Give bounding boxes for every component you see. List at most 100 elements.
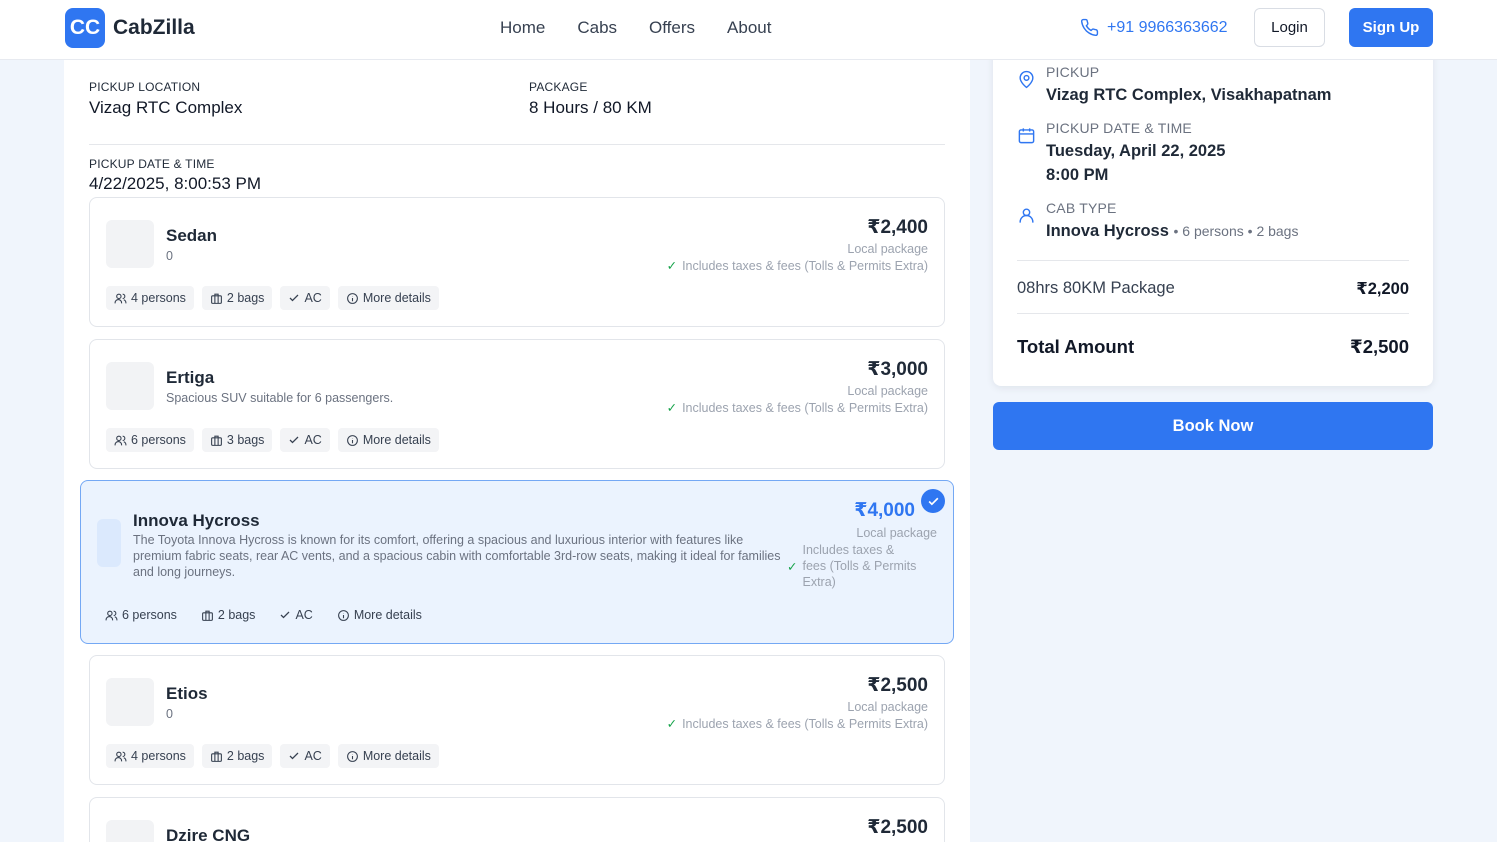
- logo-badge: CC: [65, 8, 105, 48]
- ac-chip: AC: [280, 286, 330, 310]
- luggage-icon: [201, 610, 213, 621]
- cab-tax-note: ✓ Includes taxes & fees (Tolls & Permits …: [667, 258, 928, 274]
- cab-price: ₹2,400: [867, 217, 928, 238]
- summary-pickup: PICKUP Vizag RTC Complex, Visakhapatnam: [1017, 64, 1331, 107]
- persons-chip: 4 persons: [106, 744, 194, 768]
- cab-features: 4 persons 2 bags AC More details: [106, 744, 447, 768]
- phone-icon: [1080, 18, 1099, 37]
- signup-button[interactable]: Sign Up: [1349, 8, 1433, 47]
- booking-panel: PICKUP LOCATION Vizag RTC Complex PACKAG…: [64, 60, 970, 842]
- check-icon: ✓: [666, 401, 678, 415]
- bags-chip: 2 bags: [193, 603, 264, 627]
- booking-summary: PICKUP Vizag RTC Complex, Visakhapatnam …: [993, 30, 1433, 386]
- nav-home[interactable]: Home: [484, 18, 561, 38]
- pickup-date-value: 4/22/2025, 8:00:53 PM: [89, 174, 262, 193]
- cab-description: The Toyota Innova Hycross is known for i…: [133, 533, 781, 579]
- divider: [1017, 313, 1409, 314]
- cab-name: Innova Hycross: [133, 511, 260, 530]
- summary-cab-value-row: Innova Hycross • 6 persons • 2 bags: [1046, 219, 1298, 243]
- cab-name: Ertiga: [166, 368, 215, 387]
- cab-image: [106, 678, 154, 726]
- cab-card-innova-hycross[interactable]: Innova Hycross The Toyota Innova Hycross…: [80, 480, 954, 644]
- pickup-date-field: PICKUP DATE & TIME 4/22/2025, 8:00:53 PM: [89, 157, 261, 194]
- summary-cab-meta: • 6 persons • 2 bags: [1173, 223, 1299, 239]
- logo[interactable]: CC CabZilla: [65, 8, 195, 48]
- summary-date: PICKUP DATE & TIME Tuesday, April 22, 20…: [1017, 120, 1225, 187]
- tax-text: Includes taxes & fees (Tolls & Permits E…: [682, 400, 928, 415]
- bags-chip: 3 bags: [201, 428, 273, 452]
- more-details-button[interactable]: More details: [329, 603, 430, 627]
- luggage-icon: [210, 751, 222, 762]
- cab-package: Local package: [847, 242, 928, 256]
- bags-text: 2 bags: [226, 749, 265, 763]
- brand-name: CabZilla: [113, 16, 195, 39]
- pickup-location-label: PICKUP LOCATION: [89, 80, 201, 94]
- cab-image: [97, 519, 121, 567]
- selected-check-icon: [921, 489, 945, 513]
- pickup-date-label: PICKUP DATE & TIME: [89, 157, 215, 171]
- cab-features: 6 persons 2 bags AC More details: [97, 603, 438, 627]
- ac-text: AC: [304, 749, 322, 763]
- ac-chip: AC: [271, 603, 320, 627]
- package-price: ₹2,200: [1356, 280, 1409, 298]
- top-header: CC CabZilla Home Cabs Offers About +91 9…: [0, 0, 1497, 60]
- more-details-text: More details: [362, 433, 431, 447]
- summary-date-label: PICKUP DATE & TIME: [1046, 120, 1192, 136]
- cab-price: ₹4,000: [854, 500, 915, 521]
- info-icon: [337, 609, 349, 621]
- divider: [89, 144, 945, 145]
- cab-description: 0: [166, 707, 173, 721]
- luggage-icon: [210, 293, 222, 304]
- cab-package: Local package: [847, 384, 928, 398]
- cab-tax-note: ✓ Includes taxes & fees (Tolls & Permits …: [787, 542, 917, 590]
- divider: [1017, 260, 1409, 261]
- cab-card-dzire-cng[interactable]: Dzire CNG ₹2,500: [89, 797, 945, 842]
- persons-chip: 6 persons: [97, 603, 185, 627]
- cab-tax-note: ✓ Includes taxes & fees (Tolls & Permits …: [666, 400, 928, 416]
- bags-text: 2 bags: [217, 608, 256, 622]
- ac-chip: AC: [280, 744, 330, 768]
- users-icon: [105, 610, 118, 620]
- book-now-button[interactable]: Book Now: [993, 402, 1433, 450]
- cab-card-etios[interactable]: Etios 0 ₹2,500 Local package ✓ Includes t…: [89, 655, 945, 785]
- summary-pickup-label: PICKUP: [1046, 64, 1100, 80]
- persons-text: 4 persons: [131, 749, 186, 763]
- cab-description: Spacious SUV suitable for 6 passengers.: [166, 391, 394, 405]
- users-icon: [114, 435, 127, 445]
- more-details-text: More details: [362, 749, 431, 763]
- cab-price: ₹3,000: [867, 359, 928, 380]
- bags-text: 2 bags: [226, 291, 265, 305]
- ac-text: AC: [295, 608, 313, 622]
- login-button[interactable]: Login: [1254, 8, 1325, 47]
- more-details-button[interactable]: More details: [337, 286, 439, 310]
- check-icon: [289, 752, 299, 760]
- cab-image: [106, 220, 154, 268]
- package-field: PACKAGE 8 Hours / 80 KM: [529, 80, 652, 118]
- total-value: ₹2,500: [1349, 336, 1409, 357]
- cab-description: 0: [166, 249, 173, 263]
- phone-number: +91 9966363662: [1107, 18, 1228, 36]
- pickup-location-value: Vizag RTC Complex: [89, 98, 243, 117]
- cab-package: Local package: [847, 700, 928, 714]
- users-icon: [114, 751, 127, 761]
- cab-tax-note: ✓ Includes taxes & fees (Tolls & Permits …: [667, 716, 928, 732]
- nav-offers[interactable]: Offers: [633, 18, 711, 38]
- main-nav: Home Cabs Offers About: [484, 18, 787, 38]
- cab-name: Etios: [166, 684, 208, 703]
- more-details-button[interactable]: More details: [337, 428, 439, 452]
- cab-name: Dzire CNG: [166, 826, 251, 842]
- info-icon: [346, 750, 358, 762]
- phone-link[interactable]: +91 9966363662: [1080, 18, 1228, 37]
- nav-cabs[interactable]: Cabs: [561, 18, 633, 38]
- cab-card-sedan[interactable]: Sedan 0 ₹2,400 Local package ✓ Includes t…: [89, 197, 945, 327]
- nav-about[interactable]: About: [711, 18, 787, 38]
- ac-text: AC: [304, 433, 322, 447]
- package-line: 08hrs 80KM Package ₹2,200: [1017, 279, 1409, 299]
- persons-text: 6 persons: [131, 433, 186, 447]
- tax-text: Includes taxes & fees (Tolls & Permits E…: [682, 258, 928, 273]
- summary-pickup-value: Vizag RTC Complex, Visakhapatnam: [1046, 86, 1332, 104]
- summary-date-line2: 8:00 PM: [1046, 166, 1109, 184]
- cab-card-ertiga[interactable]: Ertiga Spacious SUV suitable for 6 passe…: [89, 339, 945, 469]
- ac-chip: AC: [280, 428, 330, 452]
- more-details-button[interactable]: More details: [337, 744, 439, 768]
